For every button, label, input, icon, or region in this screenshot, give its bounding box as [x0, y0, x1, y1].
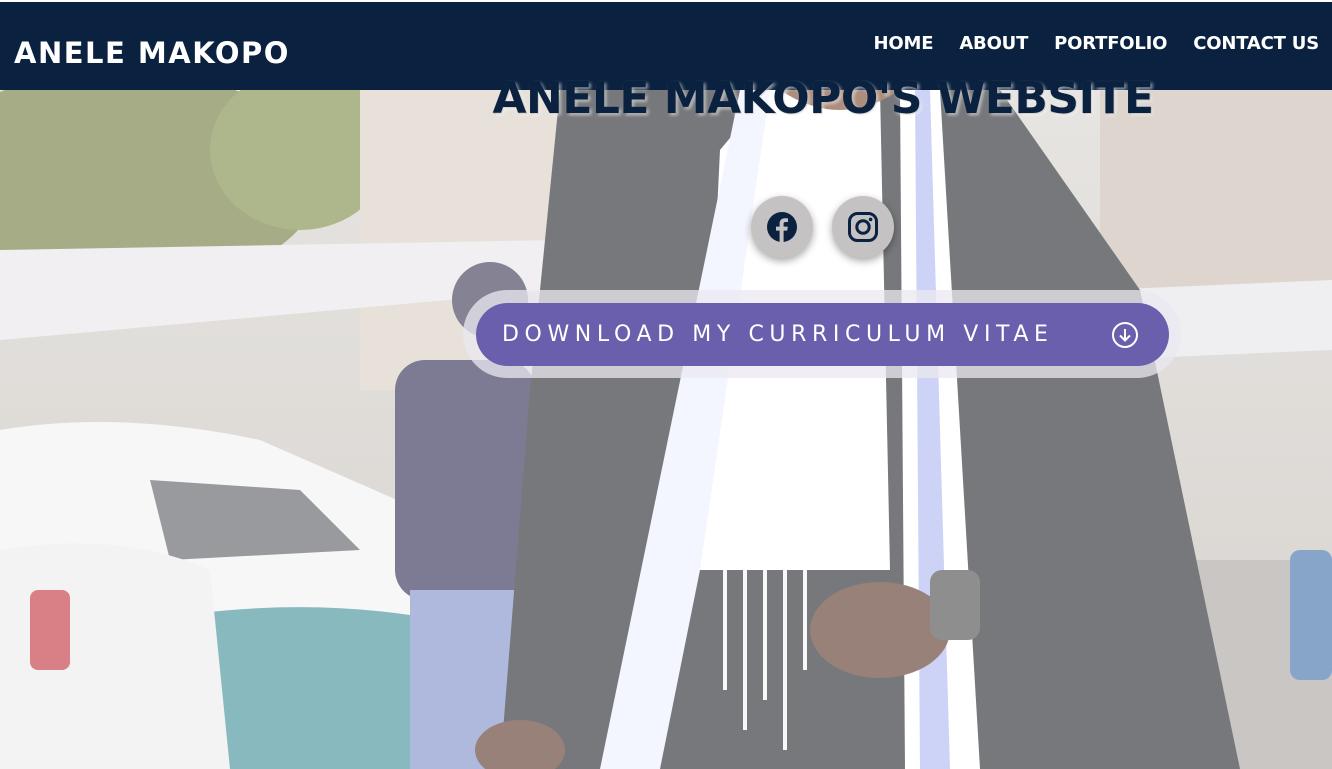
- instagram-link[interactable]: [832, 196, 894, 258]
- nav-about-link[interactable]: ABOUT: [959, 32, 1028, 56]
- nav-home-link[interactable]: HOME: [874, 32, 934, 56]
- site-brand[interactable]: ANELE MAKOPO: [14, 35, 290, 71]
- download-cv-button[interactable]: DOWNLOAD MY CURRICULUM VITAE: [476, 303, 1169, 366]
- instagram-icon: [848, 212, 878, 242]
- hero-section: [0, 90, 1332, 769]
- hero-overlay: [0, 90, 1332, 769]
- hero-title: ANELE MAKOPO'S WEBSITE: [492, 73, 1154, 124]
- nav-contact-link[interactable]: CONTACT US: [1193, 32, 1319, 56]
- download-circle-icon: [1112, 322, 1138, 348]
- download-cv-label: DOWNLOAD MY CURRICULUM VITAE: [502, 322, 1054, 347]
- facebook-icon: [767, 212, 797, 242]
- facebook-link[interactable]: [751, 196, 813, 258]
- nav-menu: HOME ABOUT PORTFOLIO CONTACT US: [874, 32, 1320, 56]
- nav-portfolio-link[interactable]: PORTFOLIO: [1054, 32, 1167, 56]
